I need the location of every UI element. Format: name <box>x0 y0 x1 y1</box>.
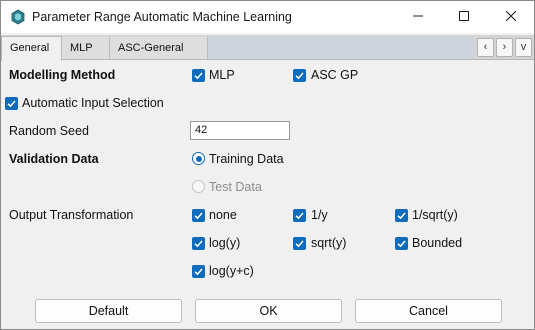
log-y-plus-c-checkbox[interactable] <box>192 265 205 278</box>
checkmark-icon <box>7 100 16 108</box>
reciprocal-sqrt-y-checkbox[interactable] <box>395 209 408 222</box>
log-y-checkbox[interactable] <box>192 237 205 250</box>
chevron-down-icon: v <box>520 41 527 53</box>
mlp-checkbox[interactable] <box>192 69 205 82</box>
checkmark-icon <box>194 212 203 220</box>
asc-gp-checkbox[interactable] <box>293 69 306 82</box>
default-button[interactable]: Default <box>35 299 182 323</box>
chevron-right-icon: › <box>502 41 507 53</box>
bounded-checkbox[interactable] <box>395 237 408 250</box>
minimize-button[interactable] <box>395 1 441 33</box>
close-button[interactable] <box>488 1 534 33</box>
output-transformation-label: Output Transformation <box>9 208 134 222</box>
log-y-plus-c-checkbox-label: log(y+c) <box>209 264 254 278</box>
checkmark-icon <box>295 72 304 80</box>
close-icon <box>505 10 517 24</box>
ok-button[interactable]: OK <box>195 299 342 323</box>
none-checkbox-label: none <box>209 208 237 222</box>
minimize-icon <box>413 10 423 24</box>
reciprocal-y-checkbox[interactable] <box>293 209 306 222</box>
tab-mlp[interactable]: MLP <box>62 37 110 59</box>
tab-general[interactable]: General <box>1 36 62 61</box>
checkmark-icon <box>194 72 203 80</box>
dialog-window: Parameter Range Automatic Machine Learni… <box>0 0 535 330</box>
validation-data-label: Validation Data <box>9 152 99 166</box>
sqrt-y-checkbox[interactable] <box>293 237 306 250</box>
sqrt-y-checkbox-label: sqrt(y) <box>311 236 347 250</box>
random-seed-label: Random Seed <box>9 124 89 138</box>
asc-gp-checkbox-label: ASC GP <box>311 68 359 82</box>
checkmark-icon <box>194 268 203 276</box>
checkmark-icon <box>295 212 304 220</box>
checkmark-icon <box>397 212 406 220</box>
tab-list-button[interactable]: v <box>515 38 532 57</box>
modelling-method-label: Modelling Method <box>9 68 116 82</box>
checkmark-icon <box>295 240 304 248</box>
reciprocal-sqrt-y-checkbox-label: 1/sqrt(y) <box>412 208 458 222</box>
none-checkbox[interactable] <box>192 209 205 222</box>
checkmark-icon <box>194 240 203 248</box>
app-icon <box>10 9 26 25</box>
tab-strip: General MLP ASC-General ‹ › v <box>1 35 534 61</box>
title-bar[interactable]: Parameter Range Automatic Machine Learni… <box>1 1 534 33</box>
maximize-icon <box>459 10 469 24</box>
cancel-button[interactable]: Cancel <box>355 299 502 323</box>
window-title: Parameter Range Automatic Machine Learni… <box>32 10 292 24</box>
test-data-label: Test Data <box>209 180 262 194</box>
training-data-radio[interactable] <box>192 152 205 165</box>
automatic-input-selection-label: Automatic Input Selection <box>22 96 164 110</box>
reciprocal-y-checkbox-label: 1/y <box>311 208 328 222</box>
tab-scroll-left-button[interactable]: ‹ <box>477 38 494 57</box>
bounded-checkbox-label: Bounded <box>412 236 463 250</box>
maximize-button[interactable] <box>441 1 487 33</box>
tab-asc-general[interactable]: ASC-General <box>110 37 208 59</box>
chevron-left-icon: ‹ <box>483 41 488 53</box>
tab-scroll-right-button[interactable]: › <box>496 38 513 57</box>
checkmark-icon <box>397 240 406 248</box>
tab-strip-background <box>208 37 474 59</box>
random-seed-input[interactable]: 42 <box>190 121 290 140</box>
mlp-checkbox-label: MLP <box>209 68 235 82</box>
automatic-input-selection-checkbox[interactable] <box>5 97 18 110</box>
training-data-label: Training Data <box>209 152 284 166</box>
test-data-radio <box>192 180 205 193</box>
log-y-checkbox-label: log(y) <box>209 236 241 250</box>
